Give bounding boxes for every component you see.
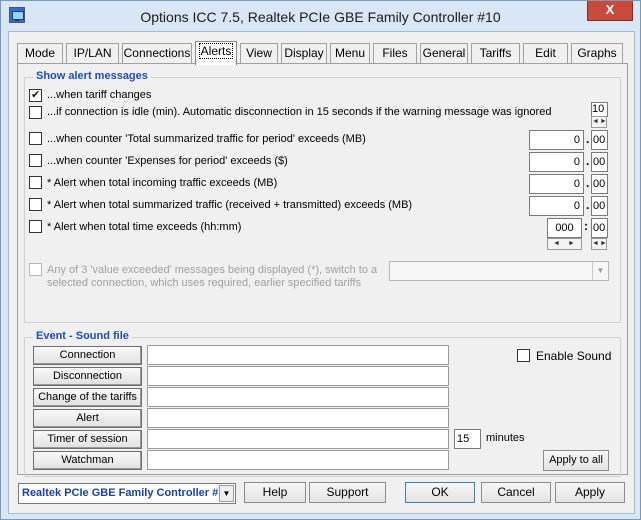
total-time-checkbox[interactable] — [29, 220, 42, 233]
expenses-period-label: ...when counter 'Expenses for period' ex… — [47, 155, 288, 167]
switch-connection-line1: Any of 3 'value exceeded' messages being… — [47, 264, 378, 276]
connection-sound-field[interactable] — [147, 345, 449, 365]
traffic-period-checkbox[interactable] — [29, 132, 42, 145]
alert-messages-group: Show alert messages ...when tariff chang… — [24, 70, 621, 323]
cancel-button[interactable]: Cancel — [481, 482, 551, 503]
tab-graphs[interactable]: Graphs — [571, 43, 623, 64]
tab-view[interactable]: View — [240, 43, 278, 64]
expenses-period-frac-field[interactable]: 00 — [591, 152, 608, 172]
enable-sound-label: Enable Sound — [536, 349, 612, 363]
idle-checkbox[interactable] — [29, 106, 42, 119]
options-window: Options ICC 7.5, Realtek PCIe GBE Family… — [0, 0, 641, 520]
title-bar[interactable]: Options ICC 7.5, Realtek PCIe GBE Family… — [1, 1, 640, 31]
incoming-label: * Alert when total incoming traffic exce… — [47, 177, 278, 189]
tab-alerts-label: Alerts — [198, 43, 234, 59]
watchman-sound-button[interactable]: Watchman — [33, 451, 142, 470]
total-time-minutes-field[interactable]: 00 — [591, 218, 608, 238]
chevron-down-icon: ▼ — [219, 485, 234, 502]
tariff-change-sound-field[interactable] — [147, 387, 449, 407]
session-timer-sound-field[interactable] — [147, 429, 449, 449]
apply-to-all-button[interactable]: Apply to all — [543, 450, 609, 471]
idle-minutes-spinner[interactable]: ◄ ► — [591, 116, 607, 128]
tab-menu[interactable]: Menu — [330, 43, 370, 64]
tab-general[interactable]: General — [420, 43, 468, 64]
summarized-checkbox[interactable] — [29, 198, 42, 211]
summarized-int-field[interactable]: 0 — [529, 196, 584, 216]
expenses-period-dot: . — [586, 154, 590, 168]
total-time-label: * Alert when total time exceeds (hh:mm) — [47, 221, 242, 233]
summarized-dot: . — [586, 198, 590, 212]
connection-sound-button[interactable]: Connection — [33, 346, 142, 365]
tariff-change-sound-button[interactable]: Change of the tariffs — [33, 388, 142, 407]
switch-connection-select[interactable]: ▼ — [389, 261, 609, 281]
traffic-period-frac-field[interactable]: 00 — [591, 130, 608, 150]
chevron-down-icon: ▼ — [592, 262, 608, 280]
total-time-colon: : — [584, 219, 588, 233]
sound-group: Event - Sound file Connection Disconnect… — [24, 330, 621, 477]
disconnection-sound-field[interactable] — [147, 366, 449, 386]
alerts-panel: Show alert messages ...when tariff chang… — [17, 63, 628, 477]
ok-button[interactable]: OK — [405, 482, 475, 503]
expenses-period-checkbox[interactable] — [29, 154, 42, 167]
idle-minutes-field[interactable]: 10 — [591, 102, 608, 117]
disconnection-sound-button[interactable]: Disconnection — [33, 367, 142, 386]
traffic-period-int-field[interactable]: 0 — [529, 130, 584, 150]
tab-alerts[interactable]: Alerts — [195, 41, 237, 65]
tab-mode[interactable]: Mode — [17, 43, 63, 64]
alert-sound-button[interactable]: Alert — [33, 409, 142, 428]
alert-sound-field[interactable] — [147, 408, 449, 428]
tariff-changes-label: ...when tariff changes — [47, 89, 152, 101]
switch-connection-checkbox[interactable] — [29, 263, 42, 276]
idle-label: ...if connection is idle (min). Automati… — [47, 106, 552, 118]
incoming-int-field[interactable]: 0 — [529, 174, 584, 194]
close-button[interactable]: X — [587, 1, 633, 21]
tab-connections[interactable]: Connections — [122, 43, 192, 64]
help-button[interactable]: Help — [244, 482, 306, 503]
session-timer-sound-button[interactable]: Timer of session — [33, 430, 142, 449]
adapter-selected: Realtek PCIe GBE Family Controller # — [22, 487, 219, 499]
dialog-client: Mode IP/LAN Connections Alerts View Disp… — [8, 31, 635, 514]
incoming-checkbox[interactable] — [29, 176, 42, 189]
total-time-hours-spinner[interactable]: ◄ ► — [547, 238, 582, 250]
watchman-sound-field[interactable] — [147, 450, 449, 470]
support-button[interactable]: Support — [309, 482, 386, 503]
expenses-period-int-field[interactable]: 0 — [529, 152, 584, 172]
window-title: Options ICC 7.5, Realtek PCIe GBE Family… — [140, 9, 501, 25]
sound-group-title: Event - Sound file — [33, 330, 132, 342]
summarized-label: * Alert when total summarized traffic (r… — [47, 199, 413, 211]
traffic-period-dot: . — [586, 132, 590, 146]
traffic-period-label: ...when counter 'Total summarized traffi… — [47, 133, 366, 145]
apply-button[interactable]: Apply — [555, 482, 625, 503]
tab-ip-lan[interactable]: IP/LAN — [66, 43, 119, 64]
switch-connection-line2: selected connection, which uses required… — [47, 277, 362, 289]
session-timer-minutes-field[interactable]: 15 — [454, 429, 481, 449]
summarized-frac-field[interactable]: 00 — [591, 196, 608, 216]
incoming-frac-field[interactable]: 00 — [591, 174, 608, 194]
alert-group-title: Show alert messages — [33, 70, 151, 82]
total-time-minutes-spinner[interactable]: ◄ ► — [591, 238, 607, 250]
tab-tariffs[interactable]: Tariffs — [471, 43, 520, 64]
tariff-changes-checkbox[interactable] — [29, 88, 42, 102]
enable-sound-checkbox[interactable] — [517, 349, 530, 362]
adapter-select[interactable]: Realtek PCIe GBE Family Controller # ▼ — [18, 483, 236, 504]
total-time-hours-field[interactable]: 000 — [547, 218, 582, 238]
tab-edit[interactable]: Edit — [523, 43, 568, 64]
tab-files[interactable]: Files — [373, 43, 417, 64]
tab-display[interactable]: Display — [281, 43, 327, 64]
minutes-label: minutes — [486, 432, 525, 444]
incoming-dot: . — [586, 176, 590, 190]
